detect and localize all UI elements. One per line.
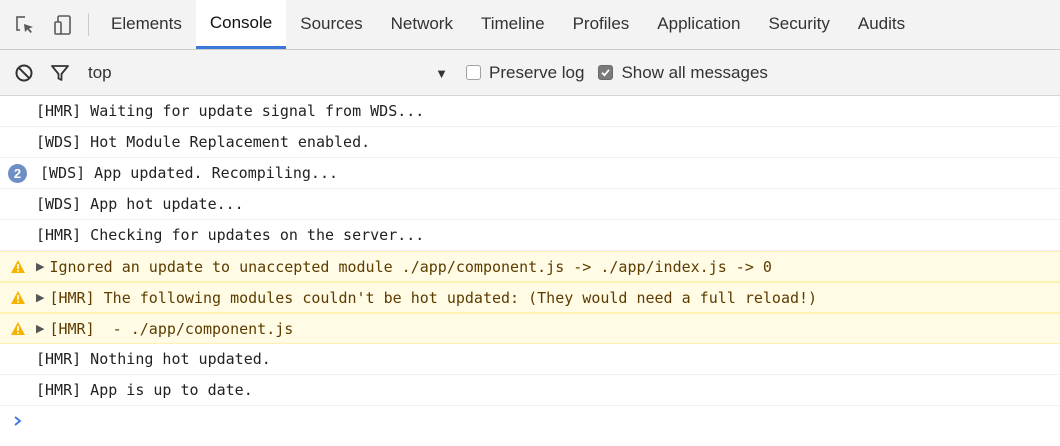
message-gutter [0,290,36,305]
repeat-count-badge: 2 [8,163,27,183]
expand-triangle-icon[interactable]: ▶ [36,322,44,335]
console-message: [WDS] App hot update... [0,189,1060,220]
clear-console-icon [15,64,33,81]
console-message: [WDS] Hot Module Replacement enabled. [0,127,1060,158]
context-selector[interactable]: top ▼ [88,58,448,88]
prompt-chevron-icon [14,416,22,426]
tab-console[interactable]: Console [195,0,287,49]
message-text: [HMR] Checking for updates on the server… [36,226,425,244]
console-toolbar: top ▼ Preserve log Show all messages [0,50,1060,96]
tab-audits[interactable]: Audits [844,0,919,49]
expand-triangle-icon[interactable]: ▶ [36,260,44,273]
tab-application[interactable]: Application [643,0,754,49]
console-message: [HMR] App is up to date. [0,375,1060,406]
preserve-log-toggle[interactable]: Preserve log [466,63,584,83]
checkmark-icon [601,69,611,77]
tabbar-separator [88,13,89,36]
console-warning[interactable]: ▶ [HMR] The following modules couldn't b… [0,282,1060,313]
console-message: [HMR] Checking for updates on the server… [0,220,1060,251]
devtools-window: Elements Console Sources Network Timelin… [0,0,1060,446]
tab-label: Audits [857,13,906,33]
tab-label: Network [390,13,453,33]
console-prompt[interactable] [0,406,1060,436]
tab-elements[interactable]: Elements [97,0,196,49]
console-message: [HMR] Nothing hot updated. [0,344,1060,375]
console-message: 2 [WDS] App updated. Recompiling... [0,158,1060,189]
device-mode-button[interactable] [44,0,82,49]
warning-icon [11,322,25,335]
console-message: [HMR] Waiting for update signal from WDS… [0,96,1060,127]
message-text: [WDS] App hot update... [36,195,244,213]
clear-console-button[interactable] [6,55,42,91]
device-mode-icon [54,14,71,35]
preserve-log-checkbox[interactable] [466,65,481,80]
tab-label: Application [657,13,741,33]
tab-label: Timeline [480,13,545,33]
message-text: [HMR] Nothing hot updated. [36,350,271,368]
message-gutter [0,321,36,336]
context-selector-value: top [88,62,112,82]
console-warning[interactable]: ▶ Ignored an update to unaccepted module… [0,251,1060,282]
message-text: Ignored an update to unaccepted module .… [49,257,772,276]
warning-icon [11,260,25,273]
dropdown-arrow-icon: ▼ [435,65,448,81]
message-text: [WDS] Hot Module Replacement enabled. [36,133,371,151]
tab-label: Security [768,13,830,33]
tab-timeline[interactable]: Timeline [467,0,559,49]
console-warning[interactable]: ▶ [HMR] - ./app/component.js [0,313,1060,344]
warning-icon [11,291,25,304]
expand-triangle-icon[interactable]: ▶ [36,291,44,304]
show-all-messages-toggle[interactable]: Show all messages [598,62,768,83]
filter-button[interactable] [42,55,78,91]
inspect-element-button[interactable] [6,0,44,49]
message-gutter [0,259,36,274]
message-text: [HMR] The following modules couldn't be … [49,288,818,307]
message-gutter: 2 [0,163,40,183]
message-text: [HMR] App is up to date. [36,381,253,399]
message-text: [HMR] - ./app/component.js [49,319,294,338]
message-text: [WDS] App updated. Recompiling... [40,164,339,182]
console-messages: [HMR] Waiting for update signal from WDS… [0,96,1060,446]
message-gutter [0,415,36,427]
inspect-element-icon [16,15,33,33]
tab-label: Profiles [572,13,630,33]
tab-label: Sources [300,13,363,33]
devtools-tabbar: Elements Console Sources Network Timelin… [0,0,1060,50]
tab-label: Elements [111,13,182,33]
tab-sources[interactable]: Sources [286,0,376,49]
tab-label: Console [209,13,273,32]
filter-icon [51,64,69,81]
show-all-messages-checkbox[interactable] [598,65,614,80]
message-text: [HMR] Waiting for update signal from WDS… [36,102,425,120]
tab-profiles[interactable]: Profiles [559,0,644,49]
tab-security[interactable]: Security [754,0,843,49]
preserve-log-label: Preserve log [489,62,585,82]
show-all-messages-label: Show all messages [621,62,768,82]
tab-network[interactable]: Network [377,0,467,49]
